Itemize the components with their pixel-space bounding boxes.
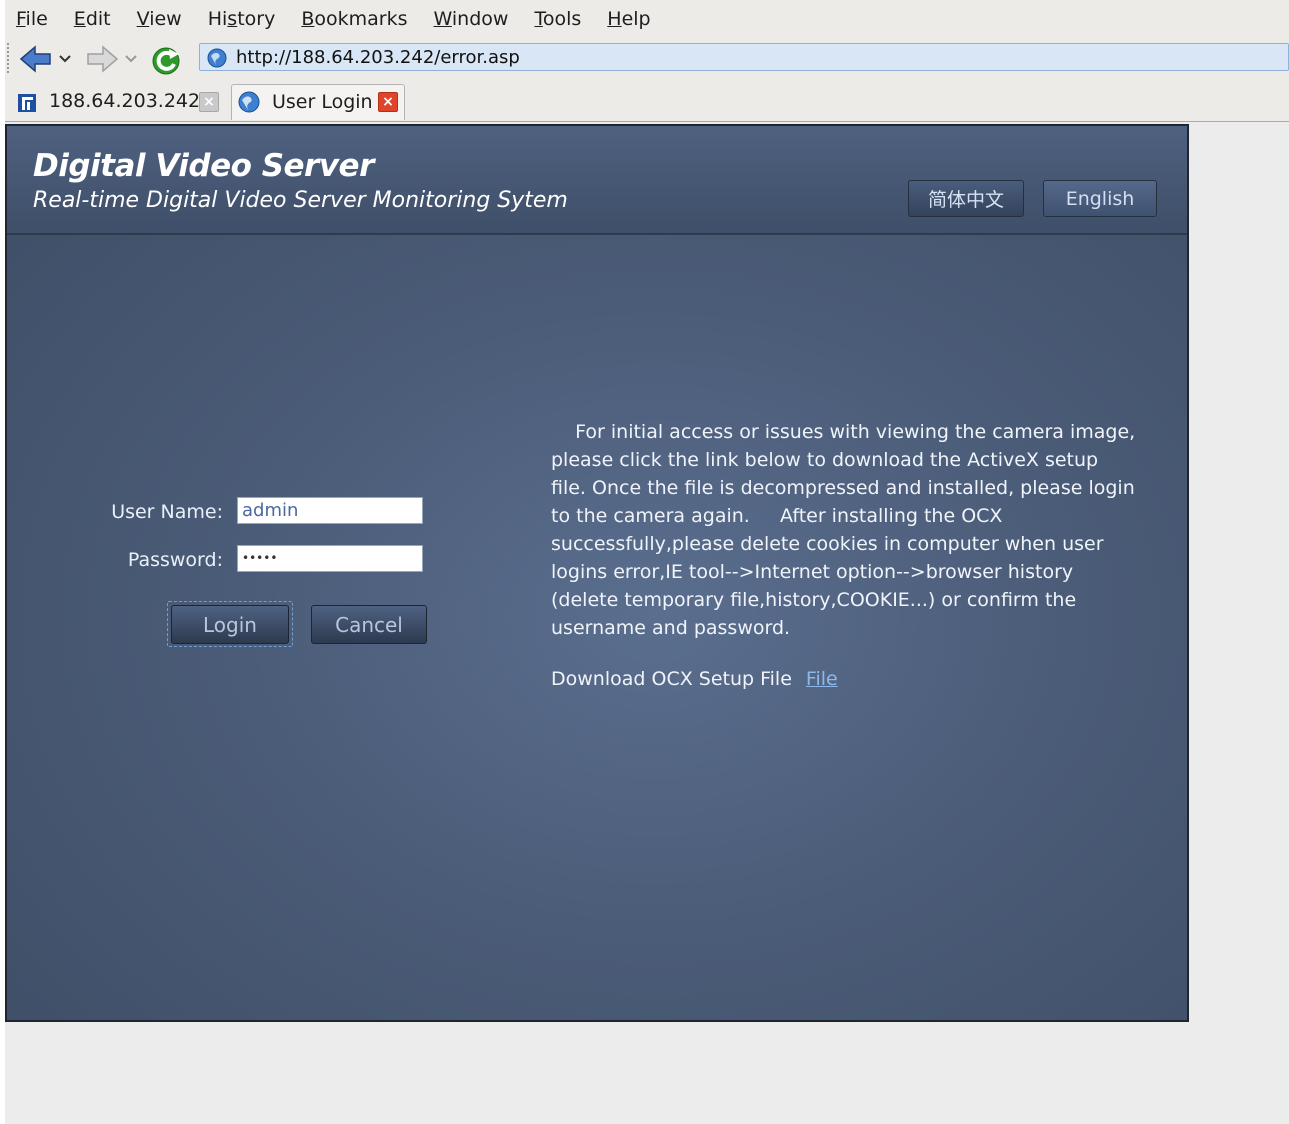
reload-icon[interactable] (149, 44, 185, 76)
instruction-line: please click the link below to download … (551, 449, 1099, 471)
close-tab-icon[interactable]: × (199, 92, 219, 112)
login-button[interactable]: Login (171, 605, 289, 644)
language-english-button[interactable]: English (1043, 180, 1157, 217)
instruction-line: file. Once the file is decompressed and … (551, 477, 1135, 499)
language-chinese-button[interactable]: 简体中文 (908, 180, 1024, 217)
toolbar-grip[interactable] (7, 43, 11, 73)
download-row: Download OCX Setup File File (551, 668, 838, 690)
app-title: Digital Video Server (33, 148, 374, 184)
menu-bar: File Edit View History Bookmarks Window … (5, 0, 1289, 38)
password-input[interactable]: ••••• (237, 545, 423, 572)
tab-bar: 188.64.203.242 × User Login × (5, 82, 1289, 122)
forward-arrow-icon[interactable] (85, 44, 119, 74)
cancel-button[interactable]: Cancel (311, 605, 427, 644)
menu-view[interactable]: View (137, 8, 182, 30)
navigation-toolbar: http://188.64.203.242/error.asp (5, 40, 1289, 76)
instruction-line: username and password. (551, 617, 791, 639)
download-file-link[interactable]: File (806, 668, 838, 690)
menu-edit[interactable]: Edit (74, 8, 111, 30)
menu-window[interactable]: Window (434, 8, 509, 30)
instruction-line: successfully,please delete cookies in co… (551, 533, 1104, 555)
url-text[interactable]: http://188.64.203.242/error.asp (236, 47, 520, 68)
instruction-line: to the camera again. After installing th… (551, 505, 1003, 527)
tab-label: 188.64.203.242 (49, 90, 201, 112)
globe-icon (207, 48, 227, 68)
menu-help[interactable]: Help (607, 8, 650, 30)
menu-file[interactable]: File (16, 8, 48, 30)
tab-user-login[interactable]: User Login × (231, 84, 405, 120)
username-label: User Name: (111, 501, 223, 523)
instruction-line: logins error,IE tool-->Internet option--… (551, 561, 1074, 583)
instruction-line: (delete temporary file,history,COOKIE...… (551, 589, 1077, 611)
password-label: Password: (127, 549, 223, 571)
close-tab-icon[interactable]: × (378, 92, 398, 112)
menu-bookmarks[interactable]: Bookmarks (301, 8, 407, 30)
back-dropdown-chevron-icon[interactable] (57, 44, 73, 74)
dvs-login-panel: Digital Video Server Real-time Digital V… (5, 124, 1189, 1022)
globe-icon (238, 91, 260, 113)
menu-history[interactable]: History (208, 8, 276, 30)
browser-chrome: File Edit View History Bookmarks Window … (5, 0, 1289, 122)
site-favicon-icon (18, 94, 36, 112)
address-bar[interactable]: http://188.64.203.242/error.asp (199, 43, 1289, 71)
username-input[interactable]: admin (237, 497, 423, 524)
back-arrow-icon[interactable] (19, 44, 53, 74)
tab-ip-address[interactable]: 188.64.203.242 × (7, 84, 229, 120)
download-label: Download OCX Setup File (551, 668, 792, 690)
page-viewport: Digital Video Server Real-time Digital V… (5, 122, 1289, 1124)
menu-tools[interactable]: Tools (534, 8, 581, 30)
forward-dropdown-chevron-icon[interactable] (123, 44, 139, 74)
app-header: Digital Video Server Real-time Digital V… (7, 126, 1187, 235)
instruction-line: For initial access or issues with viewin… (551, 421, 1136, 443)
tab-label: User Login (272, 91, 373, 113)
app-subtitle: Real-time Digital Video Server Monitorin… (33, 188, 568, 213)
instructions-text: For initial access or issues with viewin… (551, 418, 1141, 642)
